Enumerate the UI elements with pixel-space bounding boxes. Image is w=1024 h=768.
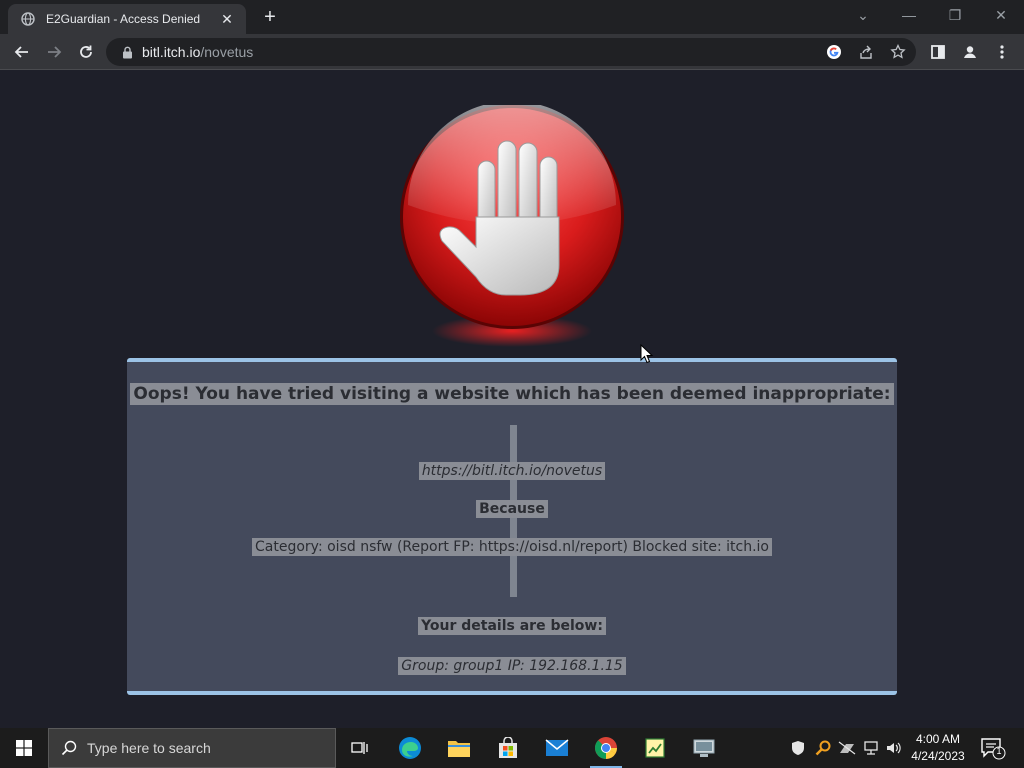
clock-date: 4/24/2023 [911,749,965,763]
notification-center-button[interactable]: 1 [980,736,1006,760]
tab-close-icon[interactable]: ✕ [218,11,236,28]
restore-button[interactable]: ❐ [940,4,970,26]
task-view-icon [351,742,368,754]
mouse-cursor-icon [640,344,654,364]
profile-icon [961,43,979,61]
url-host: bitl.itch.io [142,44,201,60]
store-app[interactable] [484,728,532,768]
taskbar: Type here to search 4:00 AM 4/24/2023 1 [0,728,1024,768]
search-tray-icon[interactable] [813,738,833,758]
start-button[interactable] [0,728,48,768]
browser-toolbar: bitl.itch.io/novetus [0,34,1024,70]
edge-app[interactable] [386,728,434,768]
tab-title: E2Guardian - Access Denied [46,12,201,26]
monitor-icon [693,739,715,757]
bookmark-star-icon[interactable] [888,42,908,62]
access-denied-panel: Oops! You have tried visiting a website … [127,358,897,695]
lock-icon[interactable] [120,45,134,59]
tab-e2guardian[interactable]: E2Guardian - Access Denied ✕ [8,4,246,34]
side-panel-button[interactable] [924,38,952,66]
stop-hand-icon [396,101,628,355]
google-lens-icon[interactable] [824,42,844,62]
clock-time: 4:00 AM [915,732,961,746]
volume-icon[interactable] [884,738,904,758]
back-arrow-icon [14,46,28,58]
mail-app[interactable] [533,728,581,768]
url-path: /novetus [200,44,254,60]
usb-device-icon[interactable] [837,738,857,758]
blocked-url: https://bitl.itch.io/novetus [418,462,606,480]
windows-logo-icon [16,740,32,756]
folder-icon [448,741,470,757]
close-window-button[interactable]: ✕ [986,4,1016,26]
security-shield-icon[interactable] [788,738,808,758]
globe-icon [20,11,36,27]
share-icon[interactable] [856,42,876,62]
control-panel-app[interactable] [680,728,728,768]
file-explorer-app[interactable] [435,728,483,768]
menu-button[interactable] [988,38,1016,66]
notepad-app[interactable] [631,728,679,768]
kebab-menu-icon [1000,45,1004,59]
reload-button[interactable] [72,38,100,66]
back-button[interactable] [8,38,36,66]
chrome-app[interactable] [582,728,630,768]
forward-arrow-icon [48,46,62,58]
reload-icon [80,45,92,58]
because-label: Because [476,500,548,518]
minimize-button[interactable]: — [894,4,924,26]
chrome-icon [594,737,617,759]
notepad-chart-icon [645,738,665,758]
tab-search-button[interactable]: ⌄ [848,4,878,26]
search-icon [61,740,77,756]
side-panel-icon [931,45,945,59]
task-view-button[interactable] [336,728,384,768]
user-details: Group: group1 IP: 192.168.1.15 [398,657,626,675]
system-clock[interactable]: 4:00 AM 4/24/2023 [906,731,970,765]
details-heading: Your details are below: [418,617,606,635]
block-reason: Category: oisd nsfw (Report FP: https://… [252,538,772,556]
address-bar[interactable]: bitl.itch.io/novetus [106,38,916,66]
taskbar-search-box[interactable]: Type here to search [48,728,336,768]
mail-icon [545,739,569,756]
network-icon[interactable] [861,738,881,758]
profile-button[interactable] [956,38,984,66]
new-tab-button[interactable]: + [258,6,282,30]
page-content: Oops! You have tried visiting a website … [0,71,1024,728]
tab-strip: E2Guardian - Access Denied ✕ + ⌄ — ❐ ✕ [0,0,1024,34]
notification-count-badge: 1 [996,746,1002,756]
forward-button[interactable] [40,38,68,66]
denied-heading: Oops! You have tried visiting a website … [130,383,894,405]
store-icon [499,737,517,758]
edge-icon [399,737,421,759]
search-placeholder: Type here to search [87,740,211,756]
